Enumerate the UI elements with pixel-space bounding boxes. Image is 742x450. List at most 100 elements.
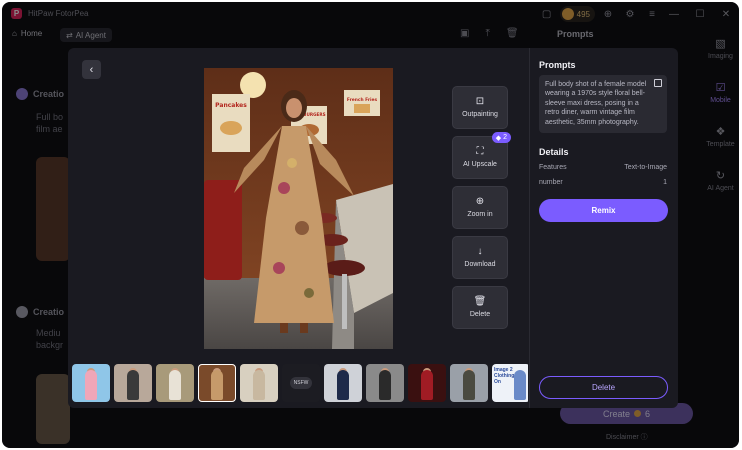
credits-pill[interactable]: 495 (559, 6, 595, 22)
bg-image (36, 157, 70, 261)
detail-value: Text-to-Image (624, 164, 667, 171)
menu-icon[interactable]: ≡ (643, 5, 661, 23)
thumbnail[interactable] (156, 364, 194, 402)
detail-value: 1 (663, 179, 667, 186)
generated-image[interactable]: Pancakes HAMBURGERS French Fries (204, 68, 393, 349)
outpainting-button[interactable]: ⊡ Outpainting (452, 86, 508, 129)
details-heading: Details (539, 147, 569, 157)
download-label: Download (464, 261, 496, 268)
trash-icon[interactable]: 🗑 (506, 28, 519, 39)
layout-icon[interactable]: ▣ (460, 28, 469, 39)
zoom-in-button[interactable]: ⊕ Zoom in (452, 186, 508, 229)
ai-upscale-label: AI Upscale (463, 161, 497, 168)
thumbnail-selected[interactable] (198, 364, 236, 402)
bg-card2-title: Creatio (16, 306, 64, 318)
maximize-button[interactable]: ☐ (687, 2, 713, 26)
zoom-in-label: Zoom in (467, 211, 493, 218)
thumbnail-nsfw[interactable]: NSFW (282, 364, 320, 402)
nsfw-label: NSFW (290, 377, 312, 389)
trash-icon: 🗑 (473, 296, 487, 307)
thumbnail[interactable] (240, 364, 278, 402)
create-cost: 6 (645, 408, 651, 419)
app-window: P HitPaw FotorPea ▢ 495 ⊕ ⚙ ≡ — ☐ ✕ ⌂ Ho… (2, 2, 739, 448)
zoom-in-icon: ⊕ (475, 196, 485, 207)
bg-card2-title-text: Creatio (33, 307, 65, 317)
prompts-heading: Prompts (539, 60, 576, 70)
settings-icon[interactable]: ⚙ (621, 5, 639, 23)
sign-right-text: French Fries (347, 97, 378, 103)
chat-icon[interactable]: ▢ (538, 5, 556, 23)
bg-card2-text2: backgr (36, 340, 64, 350)
outpainting-icon: ⊡ (475, 96, 485, 107)
bg-card1-title-text: Creatio (33, 89, 65, 99)
thumbnail-strip: NSFW Image 2 Clothing On (72, 364, 528, 404)
bg-card1-text2: film ae (36, 124, 63, 134)
avatar (16, 306, 28, 318)
thumbnail[interactable]: Image 2 Clothing On (492, 364, 528, 402)
download-icon: ↓ (477, 246, 483, 257)
rail-label: Imaging (708, 52, 733, 60)
remix-button[interactable]: Remix (539, 199, 668, 222)
info-icon: ⓘ (640, 434, 648, 441)
rail-item-ai-agent[interactable]: ↻ AI Agent (702, 158, 739, 202)
thumbnail[interactable] (366, 364, 404, 402)
image-detail-modal: ‹ Pancakes HAMBURGERS French Fries ⊡ Out… (68, 48, 678, 408)
home-icon: ⌂ (12, 29, 17, 38)
upscale-icon: ⛶ (476, 146, 484, 157)
detail-row-features: Features Text-to-Image (539, 164, 667, 171)
credits-count: 495 (576, 9, 590, 19)
mobile-icon: ☑ (715, 81, 726, 94)
upscale-badge-count: 2 (503, 134, 507, 141)
image-icon: ▧ (715, 37, 726, 50)
outpainting-label: Outpainting (462, 111, 498, 118)
bg-card1-text1: Full bo (36, 112, 64, 122)
agent-icon: ↻ (715, 169, 726, 182)
thumbnail[interactable] (408, 364, 446, 402)
app-logo-icon: P (11, 8, 22, 19)
detail-key: Features (539, 164, 567, 171)
template-icon: ❖ (715, 125, 726, 138)
sign-left-text: Pancakes (215, 102, 247, 109)
nav-bar: ⌂ Home ⇄ AI Agent ▣ ⤒ 🗑 (2, 26, 542, 44)
rail-item-template[interactable]: ❖ Template (702, 114, 739, 158)
bg-right-header: Prompts (557, 29, 594, 39)
create-label: Create (602, 408, 630, 419)
right-rail: ▧ Imaging ☑ Mobile ❖ Template ↻ AI Agent (702, 26, 739, 202)
disclaimer[interactable]: Disclaimer ⓘ (606, 432, 648, 442)
rail-label: Template (706, 140, 735, 148)
add-credits-icon[interactable]: ⊕ (599, 5, 617, 23)
nav-home[interactable]: ⌂ Home (12, 29, 42, 38)
back-button[interactable]: ‹ (82, 60, 101, 79)
bg-card1-title: Creatio (16, 88, 64, 100)
app-title: HitPaw FotorPea (28, 9, 89, 18)
nav-agent-label: AI Agent (75, 30, 106, 40)
nav-tools: ▣ ⤒ 🗑 (460, 28, 519, 39)
ai-upscale-button[interactable]: ◆ 2 ⛶ AI Upscale (452, 132, 511, 179)
rail-item-mobile[interactable]: ☑ Mobile (702, 70, 739, 114)
bg-image (36, 374, 70, 444)
nav-ai-agent[interactable]: ⇄ AI Agent (60, 28, 112, 42)
thumbnail[interactable] (72, 364, 110, 402)
upload-icon[interactable]: ⤒ (485, 28, 489, 39)
copy-icon[interactable] (654, 79, 662, 87)
coin-icon (561, 8, 574, 20)
rail-item-imaging[interactable]: ▧ Imaging (702, 26, 739, 70)
detail-key: number (539, 179, 563, 186)
delete-button[interactable]: Delete (539, 376, 668, 399)
thumbnail[interactable] (324, 364, 362, 402)
disclaimer-label: Disclaimer (606, 434, 639, 441)
thumbnail[interactable] (114, 364, 152, 402)
generated-image-art: Pancakes HAMBURGERS French Fries (204, 68, 393, 349)
upscale-badge: ◆ 2 (491, 132, 511, 143)
avatar (16, 88, 28, 100)
delete-image-button[interactable]: 🗑 Delete (452, 286, 508, 329)
detail-row-number: number 1 (539, 179, 667, 186)
title-bar-controls: ▢ 495 ⊕ ⚙ ≡ — ☐ ✕ (534, 2, 739, 26)
rail-label: AI Agent (707, 184, 734, 192)
download-button[interactable]: ↓ Download (452, 236, 508, 279)
agent-icon: ⇄ (66, 30, 73, 40)
thumbnail[interactable] (450, 364, 488, 402)
close-window-button[interactable]: ✕ (713, 2, 739, 26)
nav-home-label: Home (20, 29, 43, 38)
minimize-button[interactable]: — (661, 2, 687, 26)
